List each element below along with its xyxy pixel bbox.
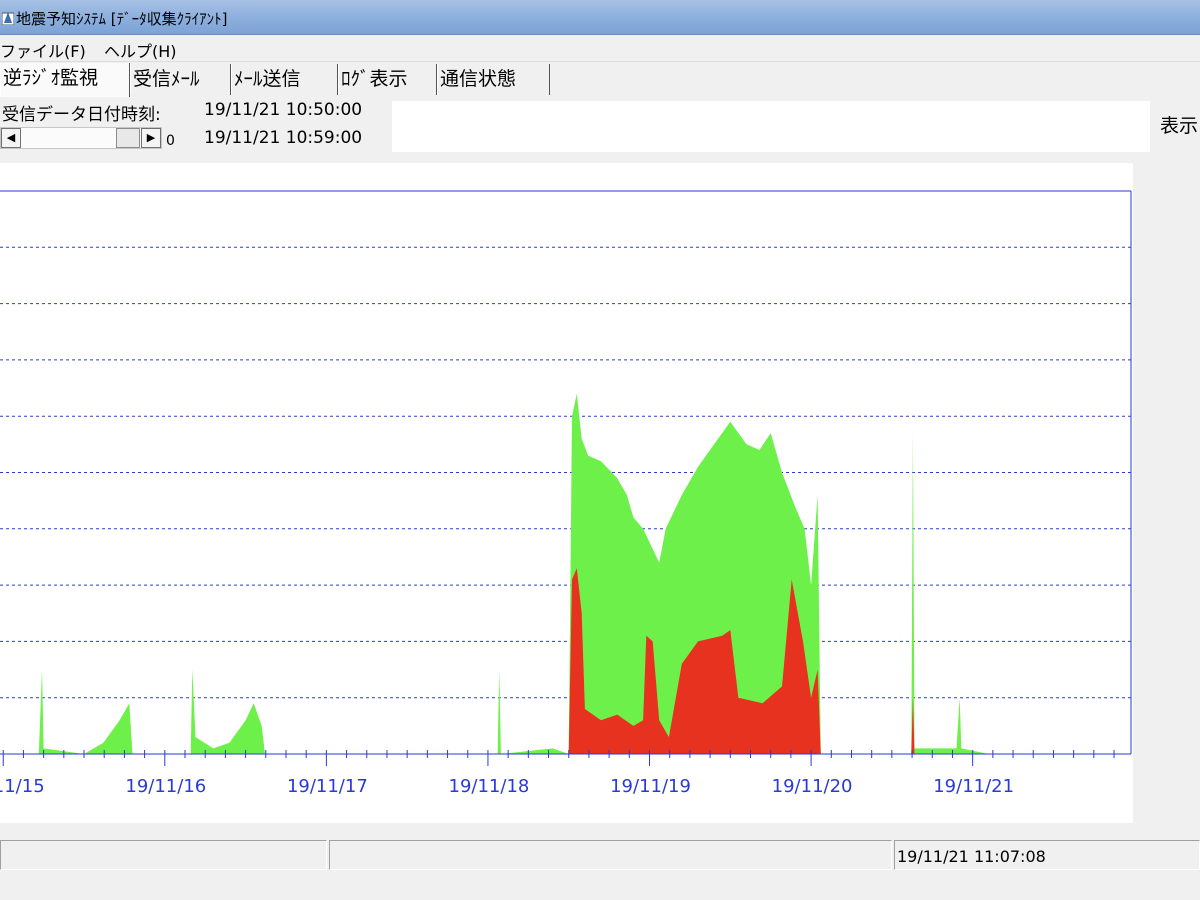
- title-bar: 地震予知ｼｽﾃﾑ [ﾃﾞｰﾀ収集ｸﾗｲｱﾝﾄ]: [0, 0, 1200, 35]
- x-tick-label: 19/11/20: [772, 776, 853, 797]
- tab-comm-status[interactable]: 通信状態: [437, 64, 550, 95]
- received-time-value: 19/11/21 10:50:00: [204, 100, 363, 120]
- signal-chart: 19/11/15 19/11/16 19/11/17 19/11/18 19/11/19…: [0, 190, 1132, 797]
- status-pane-1: [0, 840, 327, 870]
- tab-reverse-radio-monitor[interactable]: 逆ﾗｼﾞｵ監視: [0, 63, 130, 97]
- series-green-area: [38, 393, 989, 754]
- x-tick-label: 19/11/18: [449, 776, 530, 797]
- display-label: 表示: [1160, 115, 1199, 137]
- time-scrollbar[interactable]: ◀ ▶: [0, 127, 162, 149]
- tab-bar: 逆ﾗｼﾞｵ監視 受信ﾒｰﾙ ﾒｰﾙ送信 ﾛｸﾞ表示 通信状態: [0, 63, 1200, 98]
- tab-send-mail[interactable]: ﾒｰﾙ送信: [231, 64, 338, 95]
- status-time: 19/11/21 11:07:08: [897, 847, 1046, 866]
- window-title: 地震予知ｼｽﾃﾑ [ﾃﾞｰﾀ収集ｸﾗｲｱﾝﾄ]: [16, 10, 228, 28]
- scroll-value: 0: [166, 133, 175, 149]
- menu-file[interactable]: ファイル(F): [0, 38, 86, 62]
- tab-received-mail[interactable]: 受信ﾒｰﾙ: [130, 64, 231, 95]
- second-time-value: 19/11/21 10:59:00: [204, 128, 363, 148]
- menu-help[interactable]: ヘルプ(H): [104, 38, 177, 62]
- received-time-label: 受信データ日付時刻:: [2, 105, 161, 125]
- scroll-left-icon[interactable]: ◀: [1, 128, 21, 148]
- message-box: [392, 101, 1150, 152]
- x-tick-label: 19/11/21: [933, 776, 1014, 797]
- x-tick-label: 19/11/17: [287, 776, 368, 797]
- menu-bar: ファイル(F) ヘルプ(H): [0, 35, 1200, 62]
- x-tick-label: 19/11/19: [610, 776, 691, 797]
- tab-log-view[interactable]: ﾛｸﾞ表示: [338, 64, 437, 95]
- app-icon: [2, 12, 14, 25]
- status-pane-2: [329, 840, 892, 870]
- scroll-right-icon[interactable]: ▶: [141, 128, 161, 148]
- x-tick-label: 19/11/15: [0, 776, 45, 797]
- scroll-thumb[interactable]: [116, 128, 140, 148]
- chart-panel: 19/11/15 19/11/16 19/11/17 19/11/18 19/11/19…: [0, 163, 1133, 823]
- x-tick-label: 19/11/16: [125, 776, 206, 797]
